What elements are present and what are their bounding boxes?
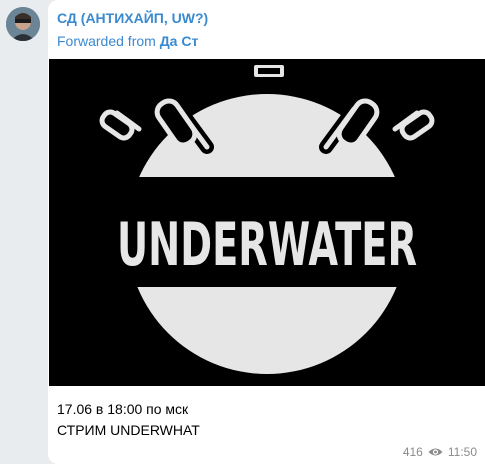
- message-image[interactable]: UNDERWATER: [49, 59, 485, 386]
- logo-text: UNDERWATER: [117, 210, 417, 280]
- avatar[interactable]: [6, 7, 40, 41]
- message-meta: 416 11:50: [403, 445, 477, 459]
- caption-line-2: СТРИМ UNDERWHAT: [57, 422, 200, 438]
- view-count: 416: [402, 445, 423, 459]
- message-time: 11:50: [447, 445, 477, 459]
- message-bubble: СД (АНТИХАЙП, UW?) Forwarded from Да Ст: [48, 0, 485, 464]
- sender-name[interactable]: СД (АНТИХАЙП, UW?): [57, 10, 208, 26]
- forwarded-prefix: Forwarded from: [57, 33, 156, 49]
- forwarded-header: Forwarded from Да Ст: [57, 33, 198, 49]
- underwater-logo: UNDERWATER: [49, 59, 485, 386]
- avatar-photo: [6, 7, 40, 41]
- eye-icon: [428, 447, 443, 457]
- forwarded-source[interactable]: Да Ст: [160, 33, 199, 49]
- caption-line-1: 17.06 в 18:00 по мск: [57, 401, 189, 417]
